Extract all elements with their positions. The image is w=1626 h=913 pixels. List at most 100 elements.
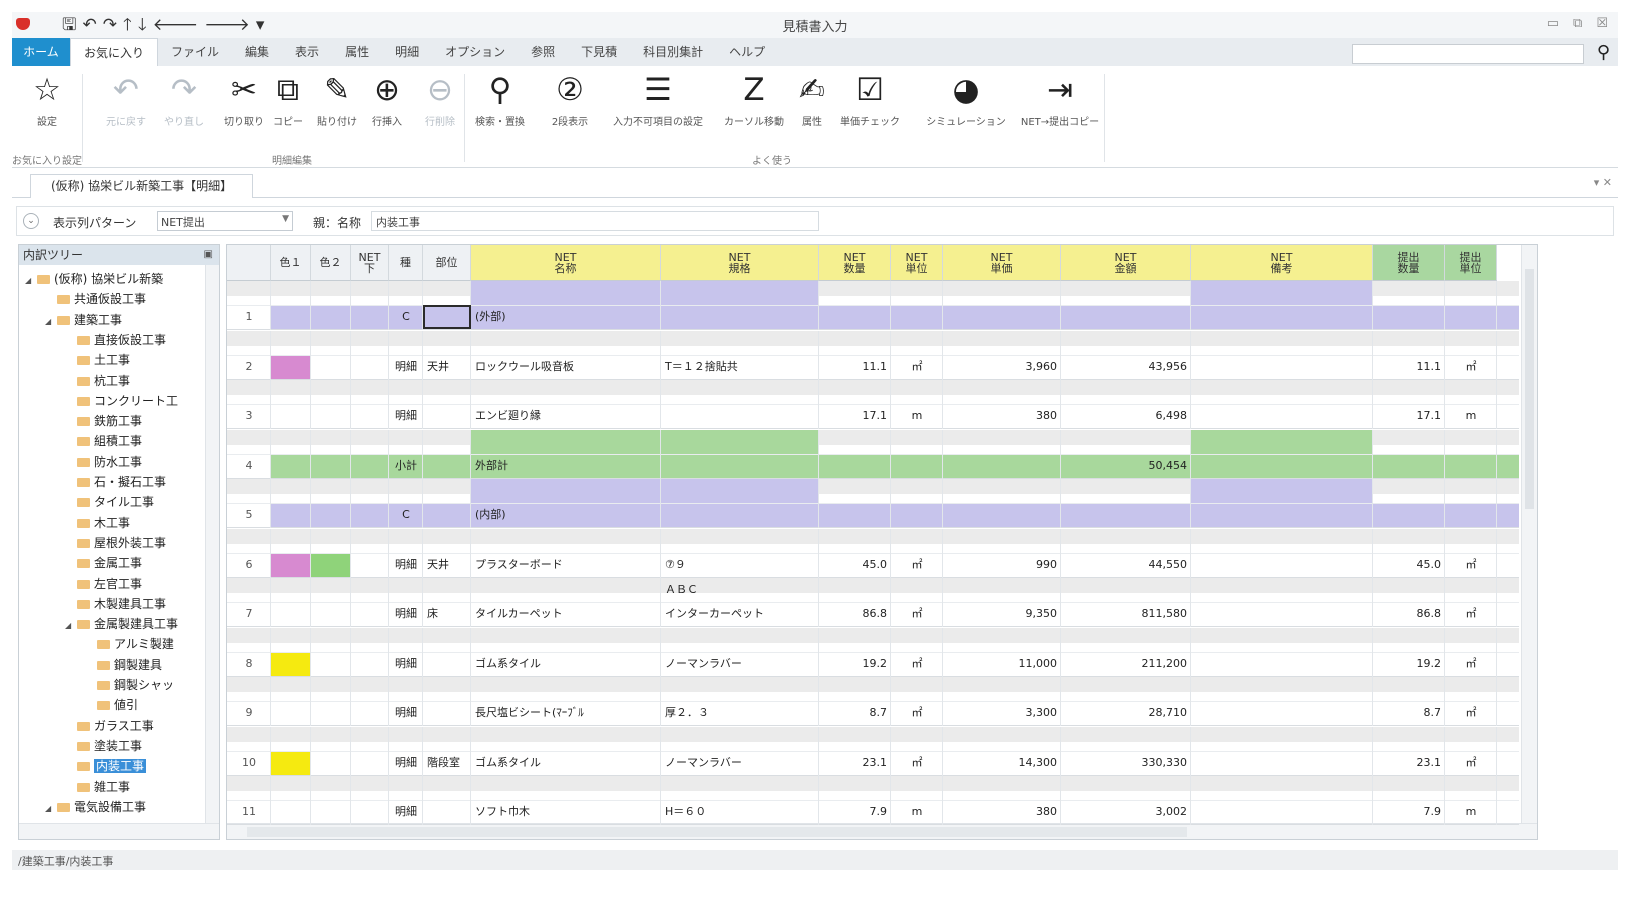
cell-sqty[interactable]: 45.0: [1377, 554, 1442, 576]
cell-price[interactable]: 990: [947, 554, 1057, 576]
cell-sunit[interactable]: m: [1449, 405, 1493, 427]
column-header[interactable]: 部位: [423, 245, 471, 281]
selected-cell-box[interactable]: [423, 305, 471, 329]
cell-part[interactable]: 天井: [427, 356, 467, 378]
cell-amt[interactable]: 28,710: [1065, 702, 1188, 724]
cell-spec[interactable]: T＝１２捨貼共: [665, 356, 815, 378]
tab-1[interactable]: お気に入り: [70, 38, 159, 66]
cell-kind[interactable]: 明細: [393, 752, 419, 774]
tab-11[interactable]: ヘルプ: [716, 38, 778, 66]
table-row[interactable]: 1 C (外部): [227, 281, 1519, 330]
cell-amt[interactable]: 50,454: [1065, 455, 1188, 477]
cell-qty[interactable]: 45.0: [823, 554, 888, 576]
table-row[interactable]: 5 C (内部): [227, 479, 1519, 528]
cell-sqty[interactable]: 8.7: [1377, 702, 1442, 724]
ribbon-button[interactable]: ⚲ 検索・置換: [470, 70, 530, 128]
tree-item[interactable]: タイル工事: [65, 492, 154, 512]
cell-unit[interactable]: ㎡: [895, 752, 939, 774]
tree-item[interactable]: ◢ 建築工事: [45, 310, 122, 330]
tree-item[interactable]: 鋼製シャッ: [85, 675, 174, 695]
cell-amt[interactable]: 43,956: [1065, 356, 1188, 378]
cell-rn[interactable]: 11: [231, 801, 267, 823]
cell-qty[interactable]: 8.7: [823, 702, 888, 724]
cell-kind[interactable]: C: [393, 504, 419, 526]
cell-rn[interactable]: 5: [231, 504, 267, 526]
cell-unit[interactable]: m: [895, 405, 939, 427]
cell-qty[interactable]: 7.9: [823, 801, 888, 823]
tab-5[interactable]: 属性: [332, 38, 382, 66]
cell-rn[interactable]: 3: [231, 405, 267, 427]
cell-name[interactable]: 長尺塩ビシート(ﾏｰﾌﾞﾙ: [475, 702, 657, 724]
cell-amt[interactable]: 811,580: [1065, 603, 1188, 625]
cell-qty[interactable]: 17.1: [823, 405, 888, 427]
tree-item[interactable]: 金属工事: [65, 553, 142, 573]
cell-part[interactable]: 床: [427, 603, 467, 625]
tree-item[interactable]: 屋根外装工事: [65, 533, 166, 553]
cell-price[interactable]: 9,350: [947, 603, 1058, 625]
cell-part[interactable]: 階段室: [427, 752, 467, 774]
column-header[interactable]: 色２: [311, 245, 351, 281]
cell-kind[interactable]: C: [393, 306, 419, 328]
ribbon-button[interactable]: ◕ シミュレーション: [916, 70, 1016, 128]
cell-sqty[interactable]: 23.1: [1377, 752, 1442, 774]
cell-sunit[interactable]: ㎡: [1449, 554, 1493, 576]
cell-price[interactable]: 3,300: [947, 702, 1058, 724]
cell-qty[interactable]: 19.2: [823, 653, 888, 675]
grid-vertical-scrollbar[interactable]: [1521, 245, 1537, 825]
search-input[interactable]: [1352, 44, 1584, 64]
column-header[interactable]: NET 数量: [819, 245, 891, 281]
column-header[interactable]: NET 金額: [1061, 245, 1191, 281]
minimize-icon[interactable]: ▭: [1547, 16, 1559, 31]
pin-icon[interactable]: ▣: [204, 245, 213, 265]
cell-unit[interactable]: ㎡: [895, 356, 939, 378]
cell-amt[interactable]: 211,200: [1065, 653, 1188, 675]
cell-rn[interactable]: 2: [231, 356, 267, 378]
ribbon-button[interactable]: ↷ やり直し: [154, 70, 214, 128]
cell-price[interactable]: 380: [947, 801, 1057, 823]
close-icon[interactable]: ☒: [1596, 16, 1608, 31]
cell-kind[interactable]: 小計: [393, 455, 419, 477]
cell-unit[interactable]: m: [895, 801, 939, 823]
tree-toggle-icon[interactable]: ◢: [65, 616, 77, 636]
cell-rn[interactable]: 9: [231, 702, 267, 724]
cell-qty[interactable]: 86.8: [823, 603, 888, 625]
tree-item[interactable]: 防水工事: [65, 452, 142, 472]
cell-qty[interactable]: 11.1: [823, 356, 888, 378]
column-header[interactable]: NET 単位: [891, 245, 943, 281]
tree-item[interactable]: 共通仮設工事: [45, 289, 146, 309]
tree-item[interactable]: コンクリート工: [65, 391, 178, 411]
tree-item[interactable]: 塗装工事: [65, 736, 142, 756]
column-header[interactable]: NET 規格: [661, 245, 819, 281]
tree-toggle-icon[interactable]: ◢: [45, 312, 57, 332]
tree-toggle-icon[interactable]: ◢: [25, 271, 37, 291]
cell-spec[interactable]: ⑦９: [665, 554, 815, 576]
pattern-select[interactable]: NET提出 ▼: [157, 211, 293, 231]
column-header[interactable]: NET 下: [351, 245, 389, 281]
tab-9[interactable]: 下見積: [568, 38, 630, 66]
cell-sqty[interactable]: 11.1: [1377, 356, 1442, 378]
tab-4[interactable]: 表示: [282, 38, 332, 66]
cell-name[interactable]: (外部): [475, 306, 657, 328]
cell-kind[interactable]: 明細: [393, 603, 419, 625]
collapse-toggle-icon[interactable]: ⌄: [23, 213, 39, 229]
tree-item[interactable]: ◢ 電気設備工事: [45, 797, 146, 817]
cell-sunit[interactable]: ㎡: [1449, 603, 1493, 625]
tab-6[interactable]: 明細: [382, 38, 432, 66]
cell-name[interactable]: 外部計: [475, 455, 657, 477]
cell-unit[interactable]: ㎡: [895, 702, 939, 724]
cell-price[interactable]: 3,960: [947, 356, 1058, 378]
tree-item[interactable]: 鉄筋工事: [65, 411, 142, 431]
tree-vertical-scrollbar[interactable]: [205, 265, 219, 825]
cell-spec[interactable]: 厚２．３: [665, 702, 815, 724]
tree-item[interactable]: 値引: [85, 695, 138, 715]
table-row[interactable]: 8 明細 ゴム系タイル ノーマンラバー 19.2 ㎡ 11,000 211,200 19.2 ㎡: [227, 627, 1519, 677]
cell-name[interactable]: プラスターボード: [475, 554, 657, 576]
color-swatch[interactable]: [271, 750, 311, 775]
table-row[interactable]: 3 明細 エンビ廻り縁 17.1 m 380 6,498 17.1 m: [227, 380, 1519, 429]
table-row[interactable]: 2 明細 天井 ロックウール吸音板 T＝１２捨貼共 11.1 ㎡ 3,960 43,956 11.…: [227, 330, 1519, 380]
parent-name-field[interactable]: 内装工事: [371, 211, 819, 231]
ribbon-button[interactable]: ⇥ NET→提出コピー: [1010, 70, 1110, 128]
tab-7[interactable]: オプション: [432, 38, 518, 66]
cell-kind[interactable]: 明細: [393, 702, 419, 724]
ribbon-button[interactable]: ☑ 単価チェック: [840, 70, 900, 128]
